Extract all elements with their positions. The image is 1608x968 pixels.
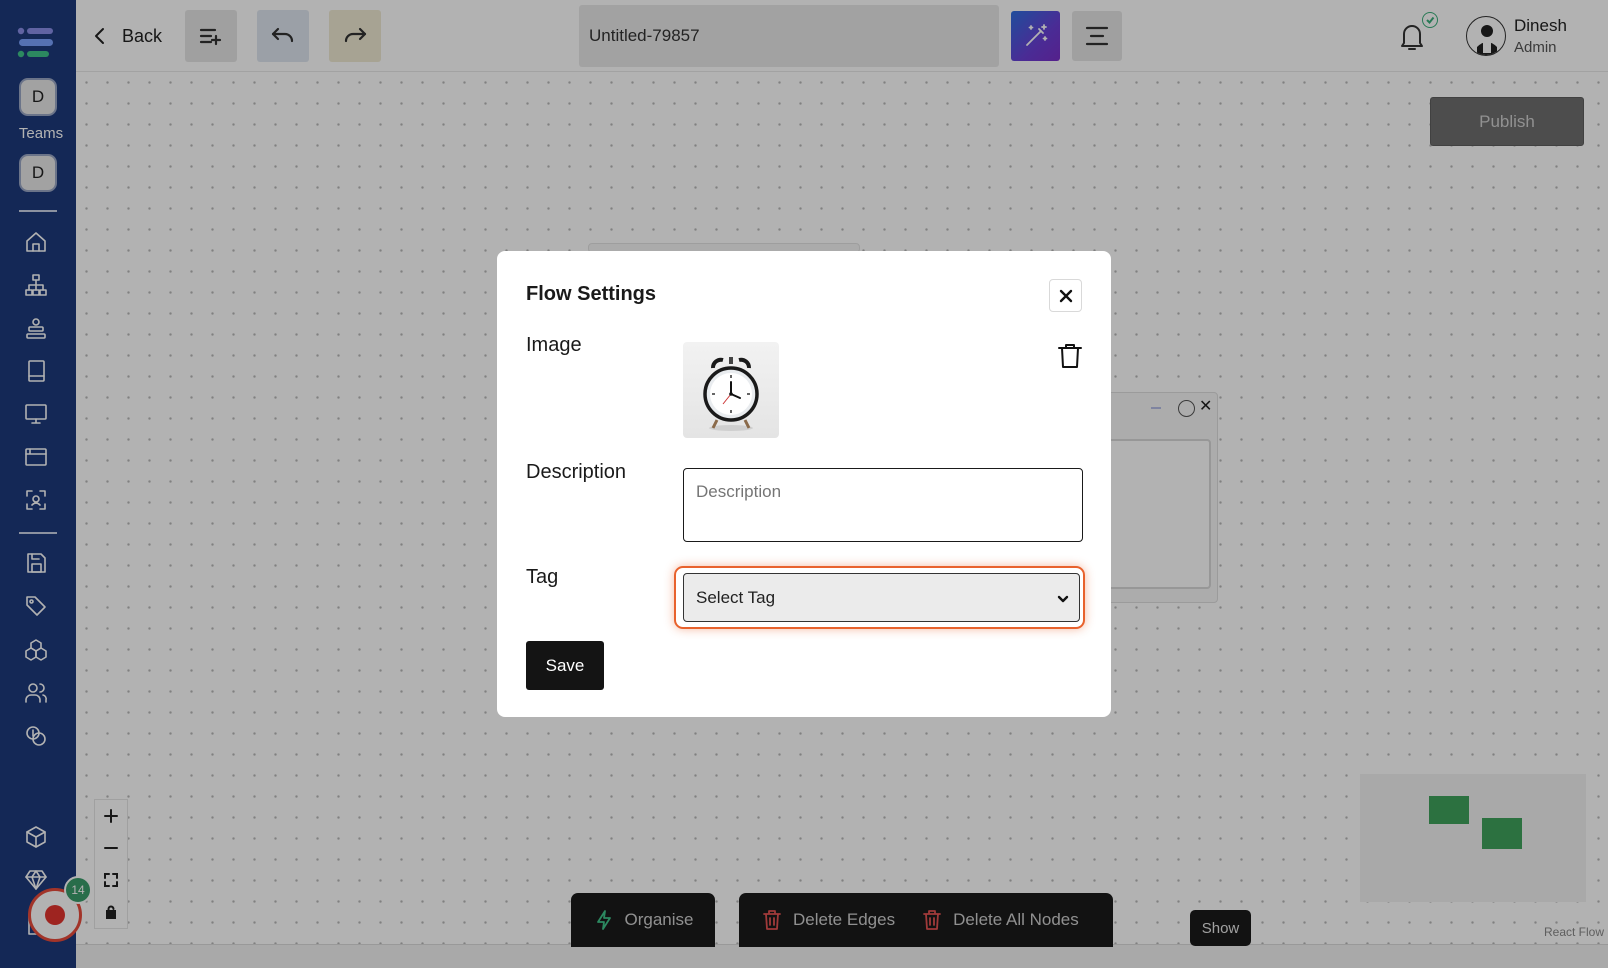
flow-image-thumbnail[interactable]: [683, 342, 779, 438]
close-icon: [1059, 289, 1072, 302]
delete-image-button[interactable]: [1055, 340, 1085, 372]
close-button[interactable]: [1049, 279, 1082, 312]
tag-select-value: Select Tag: [696, 587, 776, 607]
image-label: Image: [526, 334, 582, 356]
save-button[interactable]: Save: [526, 641, 604, 690]
flow-settings-dialog: Flow Settings Image Description Tag Sele…: [497, 251, 1111, 717]
description-label: Description: [526, 461, 627, 483]
alarm-clock-icon: [703, 357, 759, 431]
dialog-title: Flow Settings: [526, 283, 656, 305]
chevron-down-icon: [1056, 591, 1070, 605]
trash-icon: [1058, 344, 1082, 368]
tag-select[interactable]: Select Tag: [683, 573, 1080, 622]
tag-label: Tag: [526, 566, 559, 588]
description-field[interactable]: [683, 468, 1083, 542]
